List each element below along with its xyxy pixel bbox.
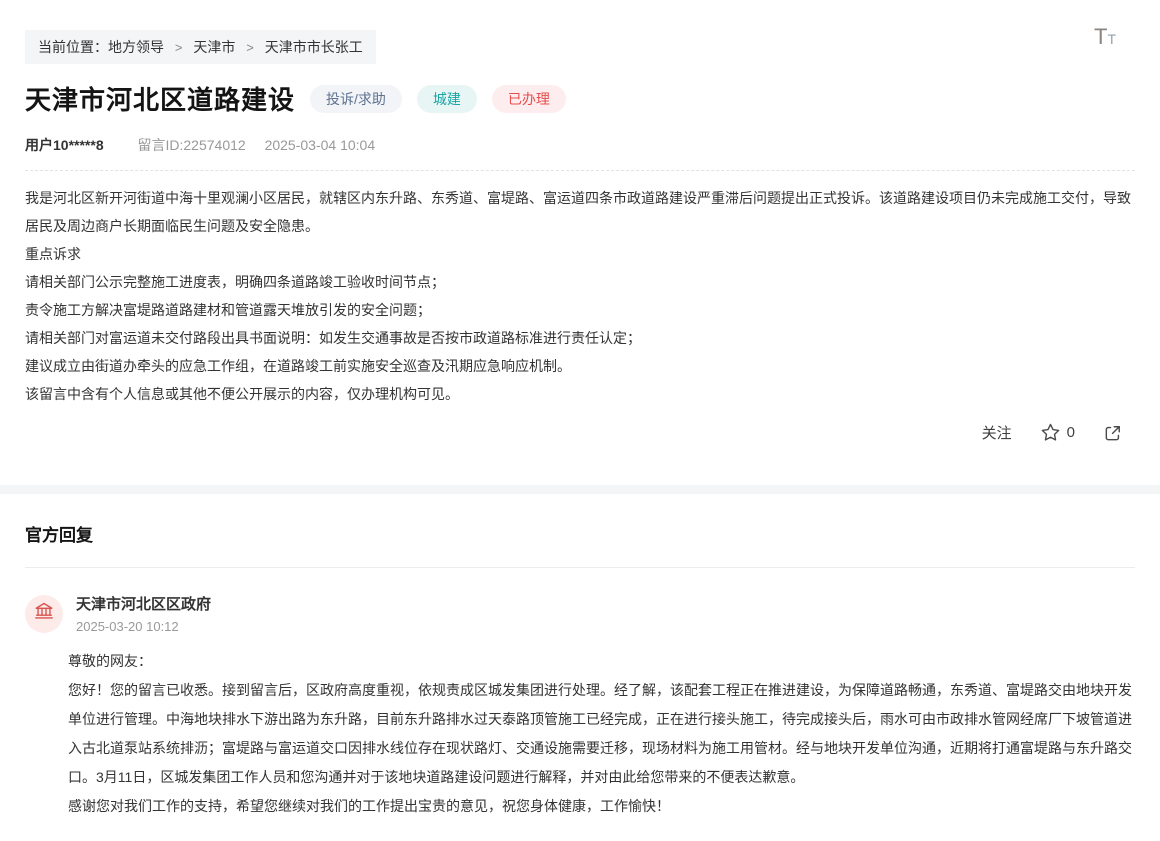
- message-actions: 关注 0: [25, 408, 1135, 485]
- reply-paragraph: 您好！您的留言已收悉。接到留言后，区政府高度重视，依规责成区城发集团进行处理。经…: [68, 676, 1133, 792]
- official-reply-heading: 官方回复: [25, 521, 1135, 546]
- message-body: 我是河北区新开河街道中海十里观澜小区居民，就辖区内东升路、东秀道、富堤路、富运道…: [25, 171, 1135, 408]
- follow-button[interactable]: 关注: [982, 422, 1012, 443]
- reply-date: 2025-03-20 10:12: [76, 619, 211, 634]
- star-count: 0: [1067, 424, 1075, 441]
- message-meta: 用户10*****8 留言ID:22574012 2025-03-04 10:0…: [25, 135, 1135, 171]
- reply-info: 天津市河北区区政府 2025-03-20 10:12: [76, 593, 211, 634]
- font-size-small-glyph: T: [1107, 31, 1116, 47]
- breadcrumb-item-tianjin[interactable]: 天津市: [193, 39, 235, 55]
- agency-name: 天津市河北区区政府: [76, 593, 211, 614]
- breadcrumb: 当前位置：地方领导 > 天津市 > 天津市市长张工: [25, 30, 376, 64]
- reply-header: 天津市河北区区政府 2025-03-20 10:12: [25, 593, 1135, 634]
- status-badge: 已办理: [492, 85, 566, 113]
- avatar: [25, 595, 63, 633]
- message-id: 留言ID:22574012: [138, 137, 246, 153]
- official-reply-card: 官方回复 天津市河北区区政府 2025-03-20 10:12 尊敬的网: [0, 494, 1160, 841]
- privacy-note: 该留言中含有个人信息或其他不便公开展示的内容，仅办理机构可见。: [25, 380, 1135, 408]
- section-divider-band: [0, 485, 1160, 494]
- page-title: 天津市河北区道路建设: [25, 80, 295, 117]
- message-paragraph: 责令施工方解决富堤路道路建材和管道露天堆放引发的安全问题；: [25, 296, 1135, 324]
- username: 用户10*****8: [25, 137, 104, 153]
- breadcrumb-item-mayor[interactable]: 天津市市长张工: [265, 39, 363, 55]
- message-paragraph: 建议成立由街道办牵头的应急工作组，在道路竣工前实施安全巡查及汛期应急响应机制。: [25, 352, 1135, 380]
- star-icon: [1040, 422, 1061, 443]
- reply-paragraph: 尊敬的网友：: [68, 647, 1133, 676]
- message-paragraph: 我是河北区新开河街道中海十里观澜小区居民，就辖区内东升路、东秀道、富堤路、富运道…: [25, 184, 1135, 240]
- message-date: 2025-03-04 10:04: [265, 137, 376, 153]
- title-row: 天津市河北区道路建设 投诉/求助 城建 已办理: [25, 80, 1135, 117]
- share-icon: [1103, 423, 1123, 443]
- font-size-large-glyph: T: [1094, 24, 1107, 49]
- star-button[interactable]: 0: [1040, 422, 1075, 443]
- share-button[interactable]: [1103, 423, 1123, 443]
- reply-paragraph: 感谢您对我们工作的支持，希望您继续对我们的工作提出宝贵的意见，祝您身体健康，工作…: [68, 792, 1133, 821]
- follow-label: 关注: [982, 422, 1012, 443]
- heading-divider: [25, 567, 1135, 568]
- message-paragraph: 重点诉求: [25, 240, 1135, 268]
- message-card: 当前位置：地方领导 > 天津市 > 天津市市长张工 TT 天津市河北区道路建设 …: [0, 0, 1160, 485]
- breadcrumb-label: 当前位置：: [38, 39, 108, 55]
- government-building-icon: [33, 600, 55, 627]
- tag-category: 城建: [417, 85, 477, 113]
- page: 当前位置：地方领导 > 天津市 > 天津市市长张工 TT 天津市河北区道路建设 …: [0, 0, 1160, 841]
- message-paragraph: 请相关部门对富运道未交付路段出具书面说明：如发生交通事故是否按市政道路标准进行责…: [25, 324, 1135, 352]
- breadcrumb-item-local-leaders[interactable]: 地方领导: [108, 39, 164, 55]
- breadcrumb-separator: >: [175, 40, 183, 55]
- message-paragraph: 请相关部门公示完整施工进度表，明确四条道路竣工验收时间节点；: [25, 268, 1135, 296]
- breadcrumb-separator: >: [246, 40, 254, 55]
- tag-complaint-type: 投诉/求助: [310, 85, 402, 113]
- font-size-toggle-icon[interactable]: TT: [1094, 26, 1116, 48]
- reply-body: 尊敬的网友： 您好！您的留言已收悉。接到留言后，区政府高度重视，依规责成区城发集…: [68, 647, 1135, 821]
